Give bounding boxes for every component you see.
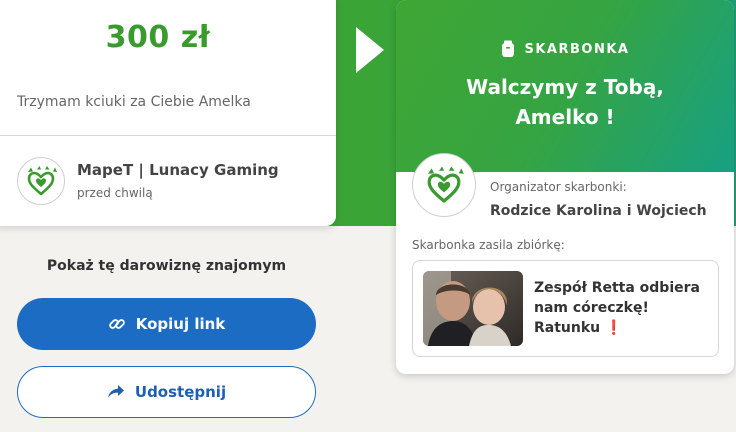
copy-link-button[interactable]: Kopiuj link xyxy=(17,298,316,350)
campaign-title: Zespół Retta odbiera nam córeczkę! Ratun… xyxy=(534,278,704,338)
piggy-bank-card[interactable]: SKARBONKA Walczymy z Tobą, Amelko ! Orga… xyxy=(396,0,734,374)
piggy-bank-header: SKARBONKA Walczymy z Tobą, Amelko ! xyxy=(396,0,734,172)
donation-timestamp: przed chwilą xyxy=(77,186,153,200)
piggy-bank-label-text: SKARBONKA xyxy=(524,41,630,57)
link-icon xyxy=(108,319,125,329)
donation-message: Trzymam kciuki za Ciebie Amelka xyxy=(17,94,251,110)
donor-name: MapeT | Lunacy Gaming xyxy=(77,161,279,179)
campaign-photo xyxy=(423,271,523,346)
heart-paw-logo-icon xyxy=(17,157,65,205)
donation-card: 300 zł Trzymam kciuki za Ciebie Amelka M… xyxy=(0,0,336,226)
share-button[interactable]: Udostępnij xyxy=(17,366,316,418)
arrow-right-icon xyxy=(356,27,384,73)
piggy-bank-jar-icon xyxy=(501,40,514,57)
piggy-bank-title: Walczymy z Tobą, Amelko ! xyxy=(396,72,734,132)
piggy-bank-label: SKARBONKA xyxy=(396,40,734,58)
divider xyxy=(0,135,336,136)
heart-paw-logo-icon xyxy=(412,153,476,217)
organizer-label: Organizator skarbonki: xyxy=(490,180,627,194)
exclamation-emoji: ❗ xyxy=(605,320,623,336)
supports-label: Skarbonka zasila zbiórkę: xyxy=(412,238,565,252)
share-arrow-icon xyxy=(107,385,124,398)
piggy-bank-title-line1: Walczymy z Tobą, xyxy=(466,75,664,99)
piggy-bank-title-line2: Amelko ! xyxy=(515,105,615,129)
donation-amount: 300 zł xyxy=(105,20,211,55)
organizer-name: Rodzice Karolina i Wojciech xyxy=(490,203,707,219)
copy-link-label: Kopiuj link xyxy=(135,315,226,333)
campaign-link-card[interactable]: Zespół Retta odbiera nam córeczkę! Ratun… xyxy=(412,260,719,357)
share-heading: Pokaż tę darowiznę znajomym xyxy=(46,258,287,274)
share-label: Udostępnij xyxy=(134,383,227,401)
